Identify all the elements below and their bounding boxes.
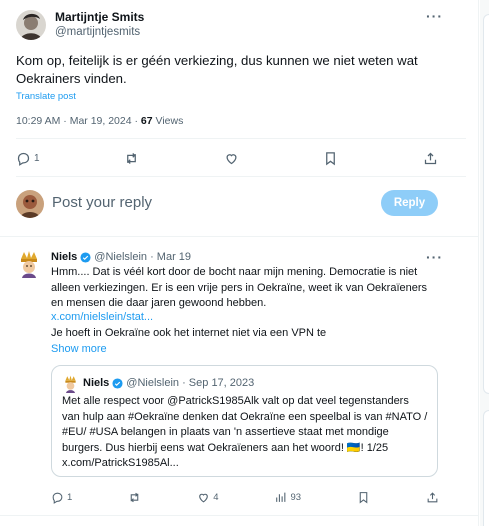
like-icon xyxy=(199,493,209,503)
quote-avatar xyxy=(63,375,78,393)
reply-avatar[interactable] xyxy=(18,250,40,278)
more-icon[interactable]: ··· xyxy=(426,8,443,24)
composer-avatar[interactable] xyxy=(16,190,44,218)
quote-text: Met alle respect voor @PatrickS1985Alk v… xyxy=(62,395,428,470)
tweet-actions: 1 xyxy=(16,151,438,166)
right-sidebar-edge xyxy=(480,0,489,526)
retweet-button[interactable] xyxy=(128,491,141,504)
author-handle[interactable]: @martijntjesmits xyxy=(55,25,144,40)
tweet-detail-column: Martijntje Smits @martijntjesmits ··· Ko… xyxy=(0,0,479,526)
sidebar-card-edge xyxy=(483,410,489,526)
more-icon[interactable]: ··· xyxy=(426,249,443,265)
views-count: 67 xyxy=(140,115,153,127)
divider xyxy=(0,236,478,237)
translate-post-link[interactable]: Translate post xyxy=(16,91,76,102)
tweet-timestamp[interactable]: 10:29 AM · Mar 19, 2024 · xyxy=(16,115,141,127)
reply-actions: 1 4 93 xyxy=(51,491,439,504)
reply-button[interactable]: 1 xyxy=(51,491,72,504)
divider xyxy=(0,515,478,516)
retweet-icon xyxy=(127,153,137,164)
reply-icon xyxy=(17,152,30,166)
reply-icon xyxy=(52,492,63,504)
quote-header: Niels @Nielslein · Sep 17, 2023 xyxy=(83,377,254,389)
share-icon xyxy=(424,152,437,165)
like-count: 4 xyxy=(213,492,219,503)
quote-author-handle: @Nielslein · Sep 17, 2023 xyxy=(126,377,255,389)
views-count: 93 xyxy=(290,492,302,503)
retweet-button[interactable] xyxy=(124,151,139,166)
like-icon xyxy=(226,154,237,165)
quote-author-name: Niels xyxy=(83,377,110,389)
reply-button[interactable]: 1 xyxy=(16,151,40,166)
like-button[interactable]: 4 xyxy=(197,491,219,504)
reply-author-name[interactable]: Niels xyxy=(51,251,77,263)
reply-input[interactable]: Post your reply xyxy=(52,194,152,211)
views-icon xyxy=(276,492,286,502)
reply-count: 1 xyxy=(34,153,40,164)
author-name[interactable]: Martijntje Smits xyxy=(55,10,144,25)
divider xyxy=(16,138,466,139)
share-button[interactable] xyxy=(426,491,439,504)
share-button[interactable] xyxy=(423,151,438,166)
divider xyxy=(16,176,466,177)
retweet-icon xyxy=(130,492,139,503)
bookmark-button[interactable] xyxy=(357,491,370,504)
reply-text-continued: Je hoeft in Oekraïne ook het internet ni… xyxy=(51,327,327,339)
bookmark-button[interactable] xyxy=(323,151,338,166)
like-button[interactable] xyxy=(224,151,239,166)
tweet-text: Kom op, feitelijk is er géén verkiezing,… xyxy=(16,53,418,86)
reply-header: Niels @Nielslein · Mar 19 xyxy=(51,251,191,263)
reply-count: 1 xyxy=(67,492,73,503)
sidebar-card-edge xyxy=(483,14,489,394)
bookmark-icon xyxy=(326,152,336,166)
share-icon xyxy=(427,492,438,503)
reply-submit-button[interactable]: Reply xyxy=(381,190,438,216)
views-label: Views xyxy=(152,115,184,127)
verified-icon xyxy=(80,251,91,263)
author-avatar[interactable] xyxy=(16,10,46,40)
reply-author-handle[interactable]: @Nielslein · Mar 19 xyxy=(94,251,191,263)
reply-text: Hmm.... Dat is véél kort door de bocht n… xyxy=(51,266,428,310)
views-button[interactable]: 93 xyxy=(274,491,301,504)
bookmark-icon xyxy=(359,492,368,504)
reply-link[interactable]: x.com/nielslein/stat... xyxy=(51,311,153,323)
quoted-tweet[interactable]: Niels @Nielslein · Sep 17, 2023 Met alle… xyxy=(51,365,438,477)
tweet-author[interactable]: Martijntje Smits @martijntjesmits xyxy=(16,10,144,40)
show-more-link[interactable]: Show more xyxy=(51,343,107,355)
verified-icon xyxy=(112,377,123,389)
tweet-meta: 10:29 AM · Mar 19, 2024 · 67 Views xyxy=(16,115,183,127)
